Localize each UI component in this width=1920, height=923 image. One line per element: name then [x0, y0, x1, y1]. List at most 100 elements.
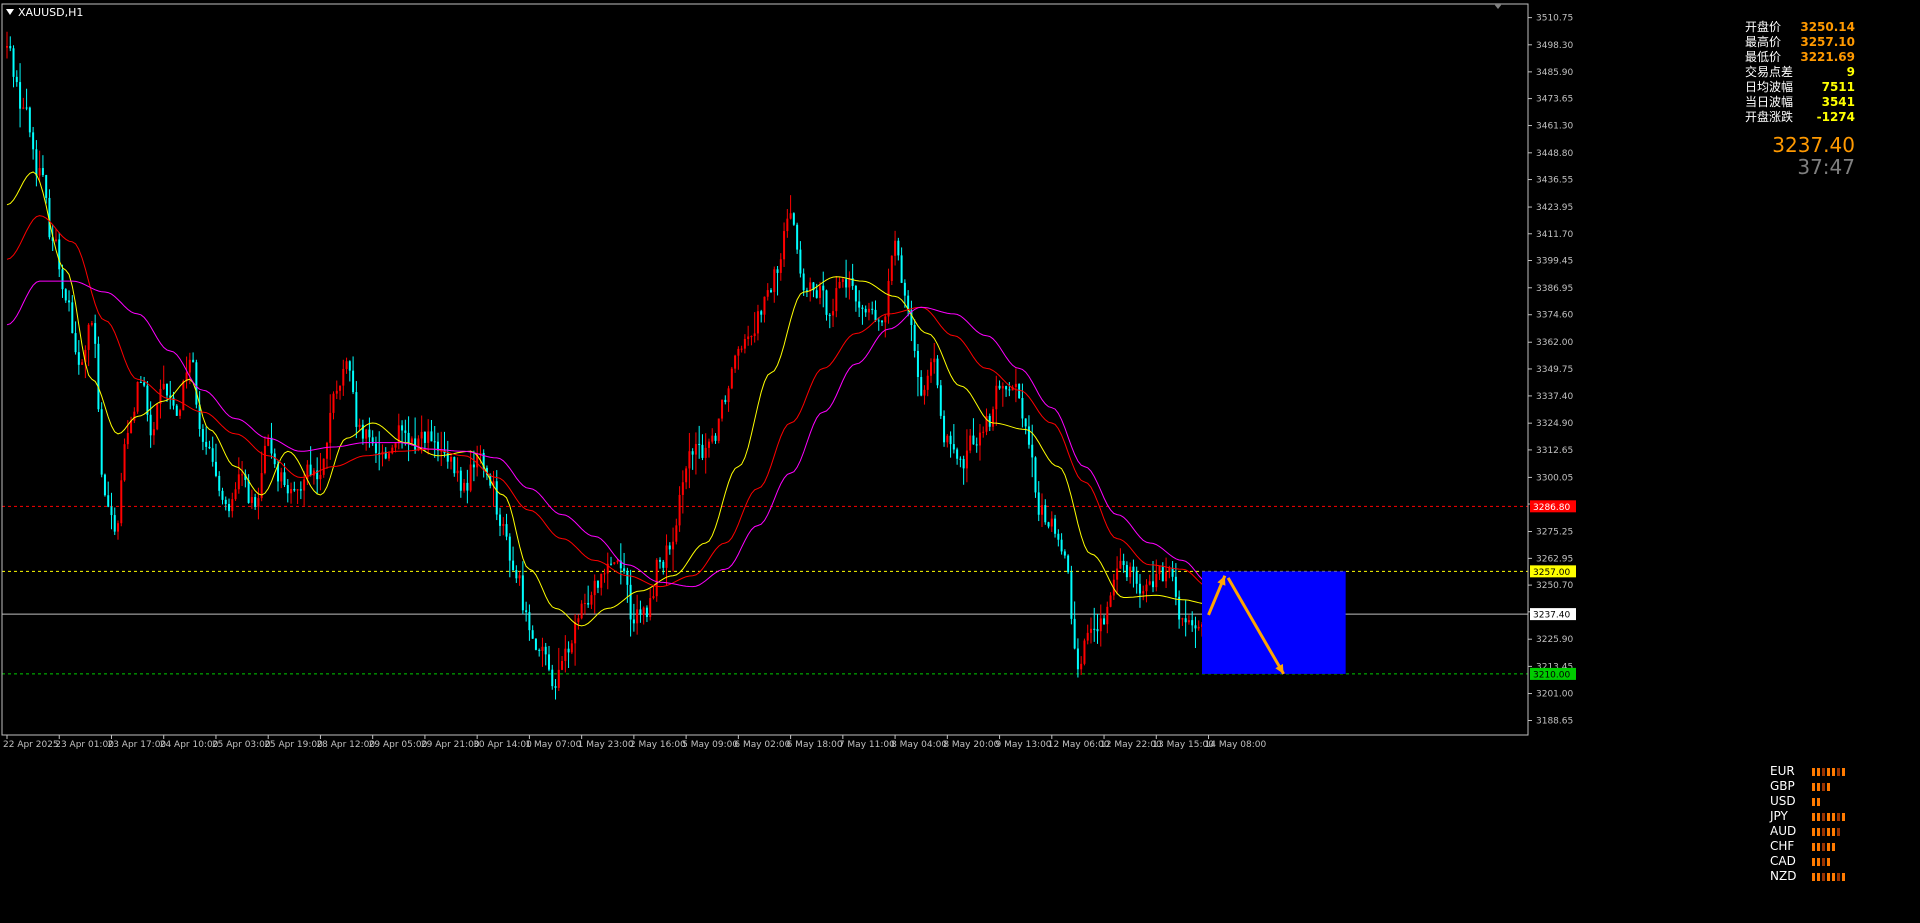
- candle: [156, 403, 159, 431]
- strength-bar: [1817, 767, 1820, 776]
- currency-name: AUD: [1770, 824, 1797, 838]
- x-tick-label: 8 May 04:00: [891, 740, 947, 750]
- currency-row-eur: EUR: [1770, 764, 1860, 779]
- price-chart[interactable]: 3510.75 3498.30 3485.90 3473.65 3461.30 3448.…: [0, 0, 1920, 919]
- x-tick-label: 1 May 07:00: [525, 740, 581, 750]
- price-tag-label: 3286.80: [1533, 503, 1570, 513]
- strength-bar: [1827, 872, 1830, 881]
- y-tick-label: 3275.25: [1536, 528, 1573, 538]
- info-row: 当日波幅 3541: [1745, 95, 1855, 110]
- info-label: 开盘涨跌: [1745, 110, 1794, 124]
- strength-bar: [1822, 767, 1825, 776]
- currency-row-chf: CHF: [1770, 839, 1860, 854]
- info-label: 交易点差: [1745, 65, 1794, 79]
- currency-name: EUR: [1770, 764, 1795, 778]
- y-tick-label: 3337.40: [1536, 392, 1573, 402]
- candle: [796, 222, 799, 254]
- candle: [1083, 638, 1086, 666]
- candle: [939, 379, 942, 419]
- info-row: 交易点差 9: [1745, 65, 1855, 80]
- info-value: 3541: [1821, 95, 1855, 109]
- strength-bar: [1822, 842, 1825, 851]
- candle: [1034, 456, 1037, 498]
- strength-bar: [1817, 872, 1820, 881]
- dropdown-triangle-icon: [6, 9, 14, 15]
- x-tick-label: 14 May 08:00: [1205, 740, 1267, 750]
- candle: [1018, 383, 1021, 399]
- price-tag: 3210.00: [1530, 667, 1576, 680]
- info-label: 最高价: [1745, 35, 1782, 49]
- y-tick-label: 3510.75: [1536, 14, 1573, 24]
- info-value: 3250.14: [1800, 20, 1855, 34]
- info-row: 最低价 3221.69: [1745, 50, 1855, 65]
- candle: [534, 638, 537, 651]
- candle: [195, 359, 198, 409]
- y-tick-label: 3262.95: [1536, 554, 1573, 564]
- x-tick-label: 7 May 11:00: [839, 740, 895, 750]
- strength-bar: [1817, 797, 1820, 806]
- y-tick-label: 3188.65: [1536, 716, 1573, 726]
- strength-bar: [1812, 872, 1815, 881]
- candle: [1070, 565, 1073, 625]
- info-label: 当日波幅: [1745, 95, 1794, 109]
- bar-countdown: 37:47: [1797, 155, 1855, 179]
- strength-bar: [1812, 782, 1815, 791]
- y-tick-label: 3312.65: [1536, 446, 1573, 456]
- price-tag-label: 3210.00: [1533, 670, 1570, 680]
- candle: [136, 381, 139, 414]
- strength-bar: [1812, 857, 1815, 866]
- candle: [103, 473, 106, 497]
- x-tick-label: 5 May 09:00: [682, 740, 738, 750]
- x-tick-label: 28 Apr 12:00: [316, 740, 375, 750]
- candle: [655, 558, 658, 602]
- info-row: 开盘价 3250.14: [1745, 20, 1855, 35]
- strength-bar: [1822, 857, 1825, 866]
- currency-row-aud: AUD: [1770, 824, 1860, 839]
- strength-bar: [1822, 812, 1825, 821]
- strength-bar: [1817, 842, 1820, 851]
- candle: [730, 366, 733, 390]
- info-value: 7511: [1821, 80, 1855, 94]
- strength-bar: [1827, 827, 1830, 836]
- y-tick-label: 3411.70: [1536, 230, 1573, 240]
- price-tag: 3257.00: [1530, 565, 1576, 578]
- strength-bar: [1812, 767, 1815, 776]
- strength-bar: [1827, 857, 1830, 866]
- info-value: -1274: [1816, 110, 1855, 124]
- strength-bar: [1842, 767, 1845, 776]
- symbol-label[interactable]: XAUUSD,H1: [6, 6, 83, 19]
- strength-bar: [1832, 812, 1835, 821]
- currency-name: GBP: [1770, 779, 1795, 793]
- x-tick-label: 9 May 13:00: [996, 740, 1052, 750]
- strength-bar: [1817, 782, 1820, 791]
- y-tick-label: 3448.80: [1536, 149, 1573, 159]
- strength-bars: [1812, 827, 1840, 836]
- price-tag-label: 3257.00: [1533, 568, 1570, 578]
- x-tick-label: 2 May 16:00: [630, 740, 686, 750]
- currency-strength-panel: EUR GBP USD JPY AUD CHF CAD NZD: [1770, 764, 1860, 884]
- candle: [792, 212, 795, 226]
- candle: [936, 355, 939, 389]
- currency-name: NZD: [1770, 869, 1797, 883]
- currency-row-usd: USD: [1770, 794, 1860, 809]
- strength-bar: [1832, 842, 1835, 851]
- x-tick-label: 22 Apr 2025: [3, 740, 59, 750]
- currency-row-jpy: JPY: [1770, 809, 1860, 824]
- y-tick-label: 3250.70: [1536, 581, 1573, 591]
- info-value: 3257.10: [1800, 35, 1855, 49]
- y-tick-label: 3374.60: [1536, 311, 1573, 321]
- strength-bar: [1812, 842, 1815, 851]
- strength-bar: [1822, 872, 1825, 881]
- y-tick-label: 3201.00: [1536, 690, 1573, 700]
- x-tick-label: 25 Apr 19:00: [264, 740, 323, 750]
- candle: [721, 399, 724, 422]
- strength-bar: [1842, 872, 1845, 881]
- x-tick-label: 24 Apr 10:00: [160, 740, 219, 750]
- strength-bar: [1822, 782, 1825, 791]
- strength-bar: [1832, 827, 1835, 836]
- y-tick-label: 3399.45: [1536, 257, 1573, 267]
- strength-bars: [1812, 842, 1835, 851]
- x-tick-label: 29 Apr 21:00: [421, 740, 480, 750]
- symbol-text: XAUUSD,H1: [18, 6, 84, 19]
- strength-bar: [1827, 812, 1830, 821]
